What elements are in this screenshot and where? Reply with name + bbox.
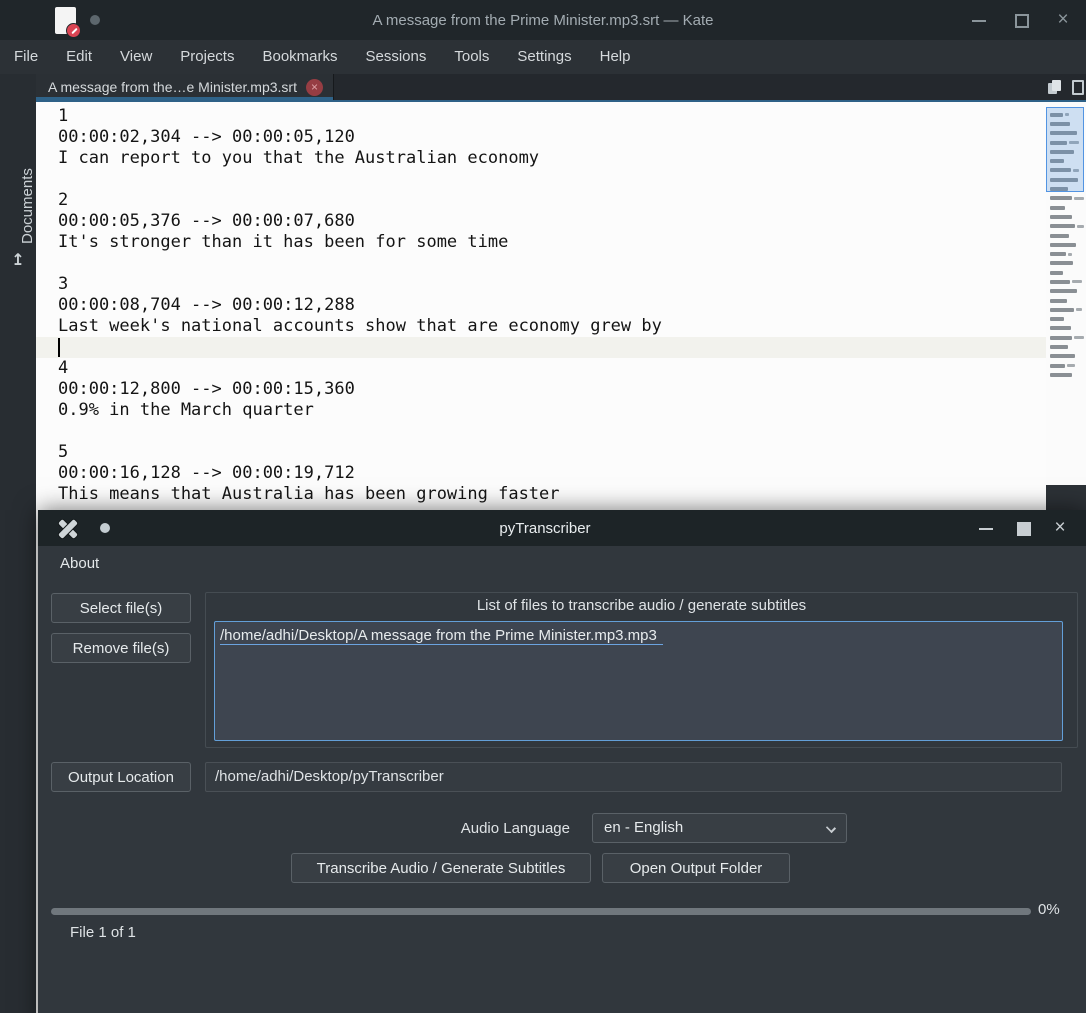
editor-line[interactable] <box>58 253 1046 274</box>
editor-line[interactable]: 5 <box>58 442 1046 463</box>
minimap-viewport[interactable] <box>1046 107 1084 192</box>
progress-percent: 0% <box>1038 901 1060 918</box>
audio-language-value: en - English <box>604 819 684 836</box>
file-list[interactable]: /home/adhi/Desktop/A message from the Pr… <box>214 621 1063 741</box>
kate-titlebar[interactable]: A message from the Prime Minister.mp3.sr… <box>0 0 1086 40</box>
menu-item-about[interactable]: About <box>52 555 107 572</box>
close-button[interactable]: × <box>1051 518 1069 537</box>
editor-line[interactable]: It's stronger than it has been for some … <box>58 232 1046 253</box>
editor-line[interactable]: 1 <box>58 106 1046 127</box>
editor-line[interactable]: 00:00:12,800 --> 00:00:15,360 <box>58 379 1046 400</box>
minimize-button[interactable] <box>977 519 995 537</box>
menu-item-view[interactable]: View <box>106 40 166 74</box>
editor-line[interactable]: 00:00:02,304 --> 00:00:05,120 <box>58 127 1046 148</box>
minimap-paper <box>1046 102 1086 485</box>
menu-item-file[interactable]: File <box>14 40 52 74</box>
editor-line[interactable] <box>58 169 1046 190</box>
sidebar-item-documents[interactable]: Documents <box>0 156 36 256</box>
kate-tabbar: A message from the…e Minister.mp3.srt × <box>36 74 1086 100</box>
editor-line[interactable]: 4 <box>58 358 1046 379</box>
kate-left-sidebar: Documents ↥ <box>0 74 36 1013</box>
menu-item-bookmarks[interactable]: Bookmarks <box>248 40 351 74</box>
maximize-button[interactable] <box>1012 11 1030 29</box>
pytranscriber-titlebar[interactable]: pyTranscriber × <box>38 510 1086 546</box>
file-counter-label: File 1 of 1 <box>70 924 136 941</box>
pytranscriber-menubar: About <box>38 546 1086 580</box>
editor-line[interactable] <box>36 337 1046 358</box>
menu-item-settings[interactable]: Settings <box>503 40 585 74</box>
editor-line[interactable]: Last week's national accounts show that … <box>58 316 1046 337</box>
tab-close-icon[interactable]: × <box>305 78 323 96</box>
editor-line[interactable]: I can report to you that the Australian … <box>58 148 1046 169</box>
menu-item-sessions[interactable]: Sessions <box>352 40 441 74</box>
menu-item-tools[interactable]: Tools <box>440 40 503 74</box>
documents-toolview-icon: ↥ <box>11 252 25 269</box>
kate-window-title: A message from the Prime Minister.mp3.sr… <box>372 11 714 29</box>
output-path-field[interactable]: /home/adhi/Desktop/pyTranscriber <box>205 762 1062 792</box>
transcribe-button[interactable]: Transcribe Audio / Generate Subtitles <box>291 853 591 883</box>
editor-line[interactable]: 00:00:08,704 --> 00:00:12,288 <box>58 295 1046 316</box>
remove-files-button[interactable]: Remove file(s) <box>51 633 191 663</box>
chevron-down-icon <box>825 822 837 834</box>
editor-line[interactable] <box>58 421 1046 442</box>
minimize-button[interactable] <box>970 11 988 29</box>
editor-line[interactable]: 00:00:05,376 --> 00:00:07,680 <box>58 211 1046 232</box>
maximize-button[interactable] <box>1014 519 1032 537</box>
tab-label: A message from the…e Minister.mp3.srt <box>48 79 297 95</box>
editor-line[interactable]: 0.9% in the March quarter <box>58 400 1046 421</box>
tab-srt-file[interactable]: A message from the…e Minister.mp3.srt × <box>36 74 334 100</box>
menu-item-edit[interactable]: Edit <box>52 40 106 74</box>
close-button[interactable]: × <box>1054 10 1072 29</box>
kate-menubar: File Edit View Projects Bookmarks Sessions Too… <box>0 40 1086 74</box>
file-list-group-title: List of files to transcribe audio / gene… <box>476 597 807 614</box>
menu-item-projects[interactable]: Projects <box>166 40 248 74</box>
pytranscriber-window-title: pyTranscriber <box>499 519 591 537</box>
document-stack-icon[interactable] <box>1048 80 1062 94</box>
text-cursor <box>58 338 60 357</box>
select-files-button[interactable]: Select file(s) <box>51 593 191 623</box>
output-location-button[interactable]: Output Location <box>51 762 191 792</box>
desktop: A message from the Prime Minister.mp3.sr… <box>0 0 1086 1013</box>
audio-language-select[interactable]: en - English <box>592 813 847 843</box>
audio-language-label: Audio Language <box>460 820 570 837</box>
progress-bar <box>51 908 1031 915</box>
file-list-item[interactable]: /home/adhi/Desktop/A message from the Pr… <box>220 625 1057 646</box>
editor-line[interactable]: 00:00:16,128 --> 00:00:19,712 <box>58 463 1046 484</box>
file-list-groupbox: List of files to transcribe audio / gene… <box>205 592 1078 748</box>
open-output-folder-button[interactable]: Open Output Folder <box>602 853 790 883</box>
menu-item-help[interactable]: Help <box>586 40 645 74</box>
editor-line[interactable]: 3 <box>58 274 1046 295</box>
pytranscriber-window: pyTranscriber × About Select file(s) Rem… <box>38 510 1086 1013</box>
editor-line[interactable]: 2 <box>58 190 1046 211</box>
editor-line[interactable]: This means that Australia has been growi… <box>58 484 1046 505</box>
split-view-icon[interactable] <box>1072 79 1084 95</box>
